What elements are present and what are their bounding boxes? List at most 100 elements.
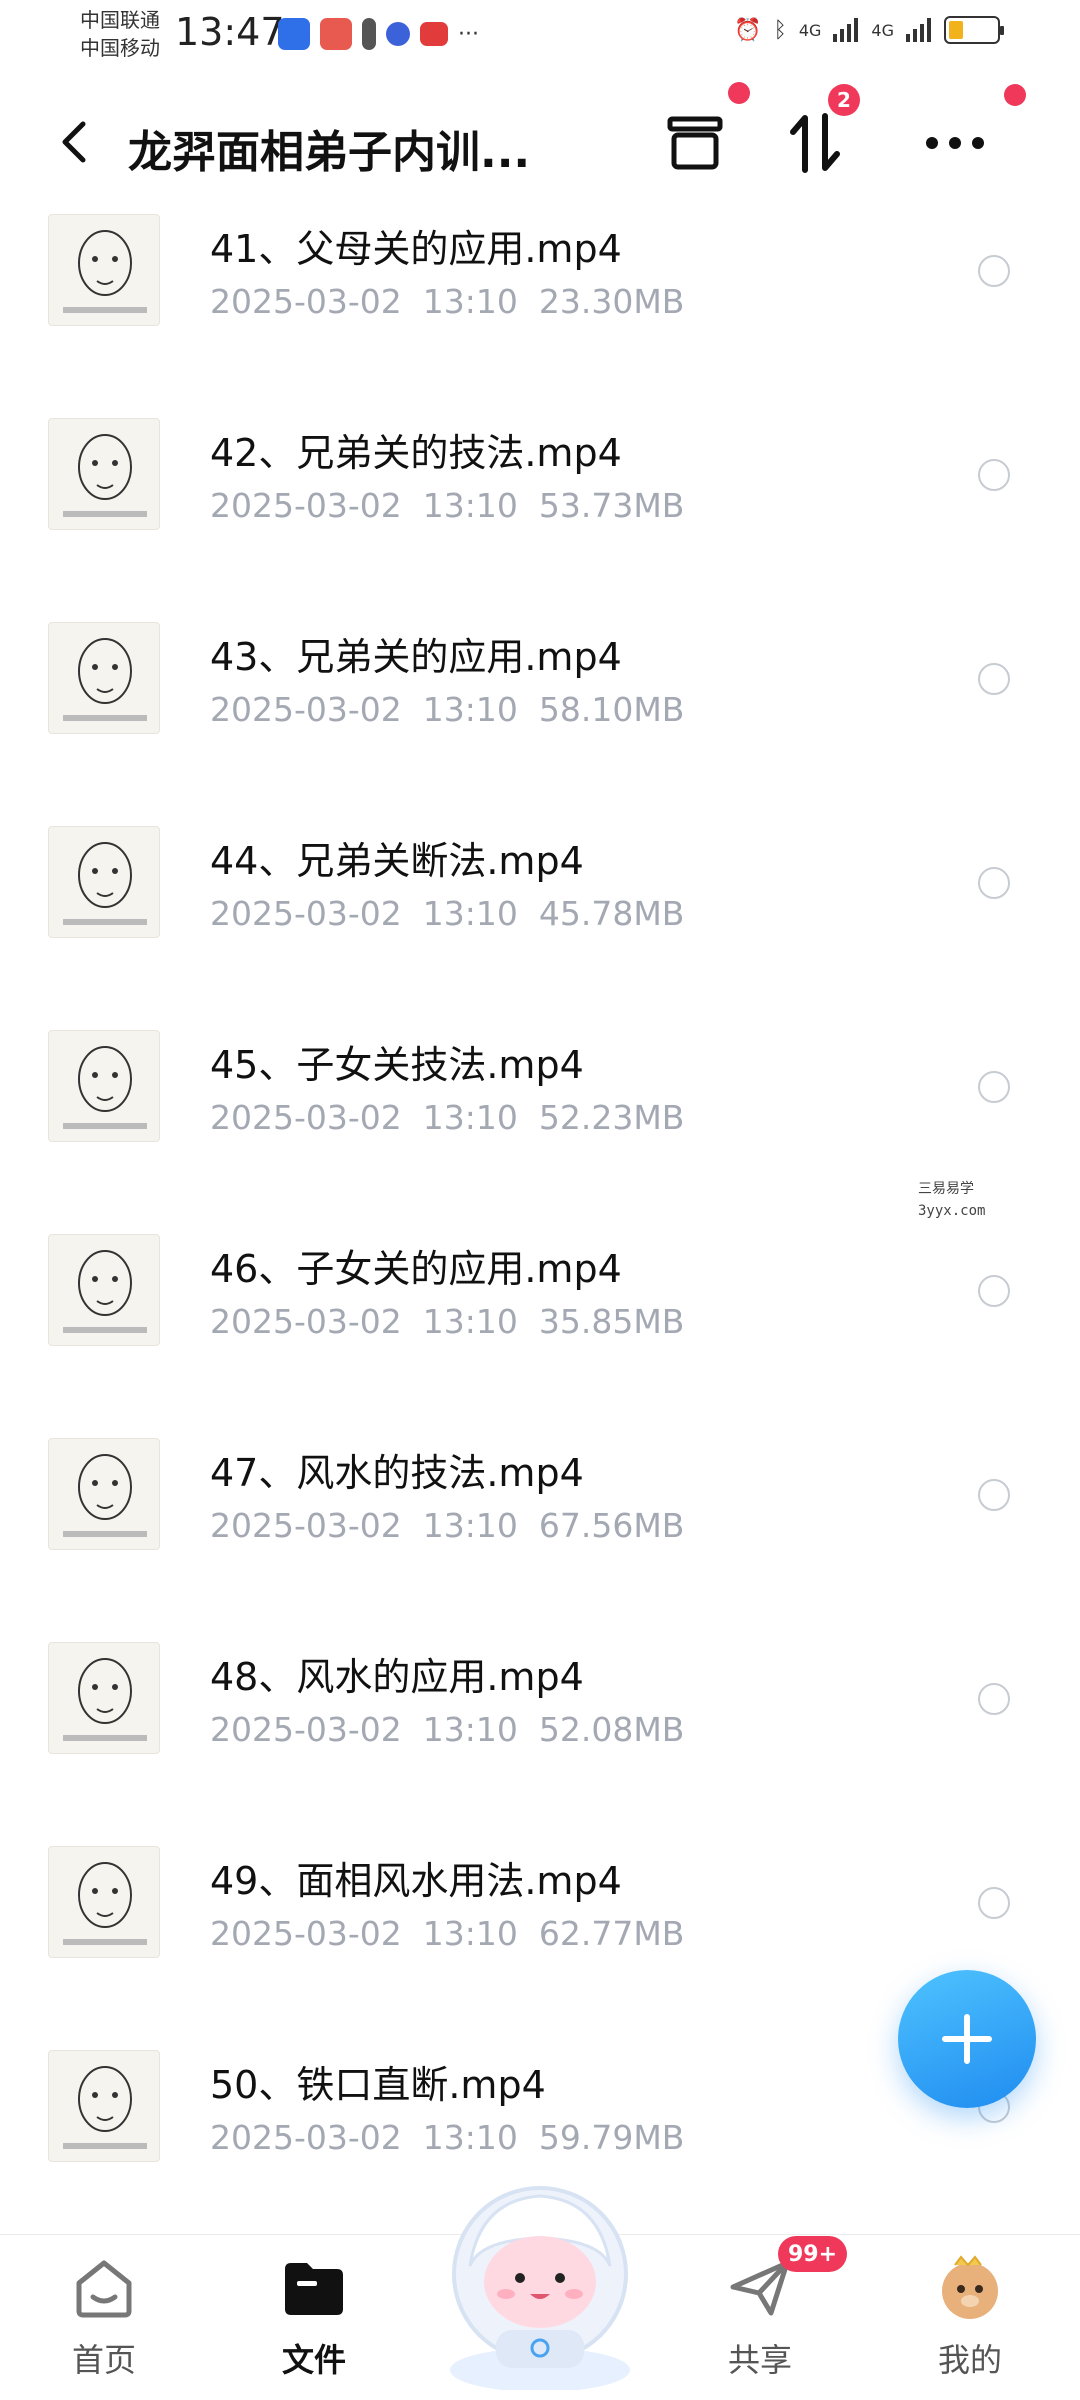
file-date: 2025-03-02 xyxy=(210,1914,402,1953)
file-meta: 2025-03-02 13:10 52.08MB xyxy=(210,1710,684,1749)
alarm-icon: ⏰ xyxy=(734,17,762,43)
file-row[interactable]: 46、子女关的应用.mp4 2025-03-02 13:10 35.85MB xyxy=(0,1220,1080,1424)
video-thumbnail xyxy=(48,1438,160,1550)
share-badge: 99+ xyxy=(778,2236,848,2272)
avatar-icon xyxy=(935,2253,1005,2323)
face-sketch-image xyxy=(63,842,147,925)
add-button[interactable] xyxy=(898,1970,1036,2108)
file-row[interactable]: 44、兄弟关断法.mp4 2025-03-02 13:10 45.78MB xyxy=(0,812,1080,1016)
video-thumbnail xyxy=(48,214,160,326)
nav-share-label: 共享 xyxy=(727,2341,792,2379)
video-thumbnail xyxy=(48,1030,160,1142)
file-size: 45.78MB xyxy=(538,894,685,933)
nav-share[interactable]: 共享 xyxy=(690,2253,830,2393)
transfer-button[interactable] xyxy=(780,108,850,178)
face-sketch-image xyxy=(63,230,147,313)
carrier-info: 中国联通 中国移动 xyxy=(80,6,160,62)
notification-dot xyxy=(1004,84,1026,106)
file-name: 43、兄弟关的应用.mp4 xyxy=(210,635,622,679)
face-sketch-image xyxy=(63,434,147,517)
nav-mine[interactable]: 我的 xyxy=(900,2253,1040,2393)
file-meta: 2025-03-02 13:10 35.85MB xyxy=(210,1302,684,1341)
watermark-line-2: 3yyx.com xyxy=(918,1203,986,1219)
folder-icon xyxy=(279,2253,349,2323)
file-meta: 2025-03-02 13:10 45.78MB xyxy=(210,894,684,933)
video-thumbnail xyxy=(48,1234,160,1346)
archive-button[interactable] xyxy=(660,108,730,178)
file-meta: 2025-03-02 13:10 62.77MB xyxy=(210,1914,684,1953)
top-bar: 龙羿面相弟子内训... 2 xyxy=(0,82,1080,200)
select-radio[interactable] xyxy=(978,1275,1010,1307)
nav-home-label: 首页 xyxy=(71,2341,136,2379)
network-2: 4G xyxy=(871,20,894,40)
more-icon xyxy=(926,137,984,149)
network-1: 4G xyxy=(798,20,822,40)
select-radio[interactable] xyxy=(978,1071,1010,1103)
back-button[interactable] xyxy=(44,112,104,172)
file-name: 45、子女关技法.mp4 xyxy=(210,1043,584,1087)
site-watermark: 三易易学 3yyx.com xyxy=(918,1178,985,1222)
file-name: 42、兄弟关的技法.mp4 xyxy=(210,431,622,475)
carrier-1: 中国联通 xyxy=(80,8,160,32)
face-sketch-image xyxy=(63,2066,147,2149)
file-date: 2025-03-02 xyxy=(210,1098,402,1137)
file-name: 46、子女关的应用.mp4 xyxy=(210,1247,622,1291)
file-time: 13:10 xyxy=(422,1710,518,1749)
book-icon xyxy=(420,22,448,46)
file-time: 13:10 xyxy=(422,1506,518,1545)
file-date: 2025-03-02 xyxy=(210,1302,402,1341)
file-date: 2025-03-02 xyxy=(210,1710,402,1749)
file-size: 35.85MB xyxy=(538,1302,685,1341)
signal-icon xyxy=(833,18,859,42)
file-meta: 2025-03-02 13:10 58.10MB xyxy=(210,690,684,729)
file-meta: 2025-03-02 13:10 59.79MB xyxy=(210,2118,684,2157)
file-time: 13:10 xyxy=(422,1914,518,1953)
file-row[interactable]: 47、风水的技法.mp4 2025-03-02 13:10 67.56MB xyxy=(0,1424,1080,1628)
video-thumbnail xyxy=(48,1846,160,1958)
video-thumbnail xyxy=(48,418,160,530)
file-size: 67.56MB xyxy=(538,1506,685,1545)
select-radio[interactable] xyxy=(978,1479,1010,1511)
transfer-icon xyxy=(790,113,840,173)
face-sketch-image xyxy=(63,1862,147,1945)
nav-files[interactable]: 文件 xyxy=(244,2253,384,2393)
face-sketch-image xyxy=(63,1454,147,1537)
select-radio[interactable] xyxy=(978,1887,1010,1919)
select-radio[interactable] xyxy=(978,663,1010,695)
face-sketch-image xyxy=(63,638,147,721)
select-radio[interactable] xyxy=(978,867,1010,899)
file-date: 2025-03-02 xyxy=(210,1506,402,1545)
file-meta: 2025-03-02 13:10 67.56MB xyxy=(210,1506,684,1545)
select-radio[interactable] xyxy=(978,459,1010,491)
file-name: 48、风水的应用.mp4 xyxy=(210,1655,584,1699)
transfer-badge: 2 xyxy=(828,84,860,116)
select-radio[interactable] xyxy=(978,255,1010,287)
file-date: 2025-03-02 xyxy=(210,894,402,933)
watermark-line-1: 三易易学 xyxy=(918,1181,974,1197)
file-size: 58.10MB xyxy=(538,690,685,729)
file-time: 13:10 xyxy=(422,1098,518,1137)
archive-icon xyxy=(667,116,723,170)
file-date: 2025-03-02 xyxy=(210,2118,402,2157)
file-size: 23.30MB xyxy=(538,282,685,321)
app-notification-icon xyxy=(362,18,376,50)
file-row[interactable]: 43、兄弟关的应用.mp4 2025-03-02 13:10 58.10MB xyxy=(0,608,1080,812)
file-row[interactable]: 42、兄弟关的技法.mp4 2025-03-02 13:10 53.73MB xyxy=(0,404,1080,608)
nav-home[interactable]: 首页 xyxy=(34,2253,174,2393)
file-name: 47、风水的技法.mp4 xyxy=(210,1451,584,1495)
bluetooth-icon: ᛒ xyxy=(773,17,787,43)
more-button[interactable] xyxy=(920,108,990,178)
battery-icon xyxy=(944,16,1004,44)
mascot-button[interactable] xyxy=(430,2170,650,2392)
app-notification-icon xyxy=(320,18,352,50)
file-row[interactable]: 41、父母关的应用.mp4 2025-03-02 13:10 23.30MB xyxy=(0,200,1080,404)
system-status: ⏰ ᛒ 4G 4G xyxy=(734,16,1004,44)
file-date: 2025-03-02 xyxy=(210,282,402,321)
file-time: 13:10 xyxy=(422,1302,518,1341)
file-time: 13:10 xyxy=(422,894,518,933)
file-name: 50、铁口直断.mp4 xyxy=(210,2063,546,2107)
astronaut-mascot-icon xyxy=(450,2186,630,2392)
file-row[interactable]: 48、风水的应用.mp4 2025-03-02 13:10 52.08MB xyxy=(0,1628,1080,1832)
video-thumbnail xyxy=(48,826,160,938)
select-radio[interactable] xyxy=(978,1683,1010,1715)
